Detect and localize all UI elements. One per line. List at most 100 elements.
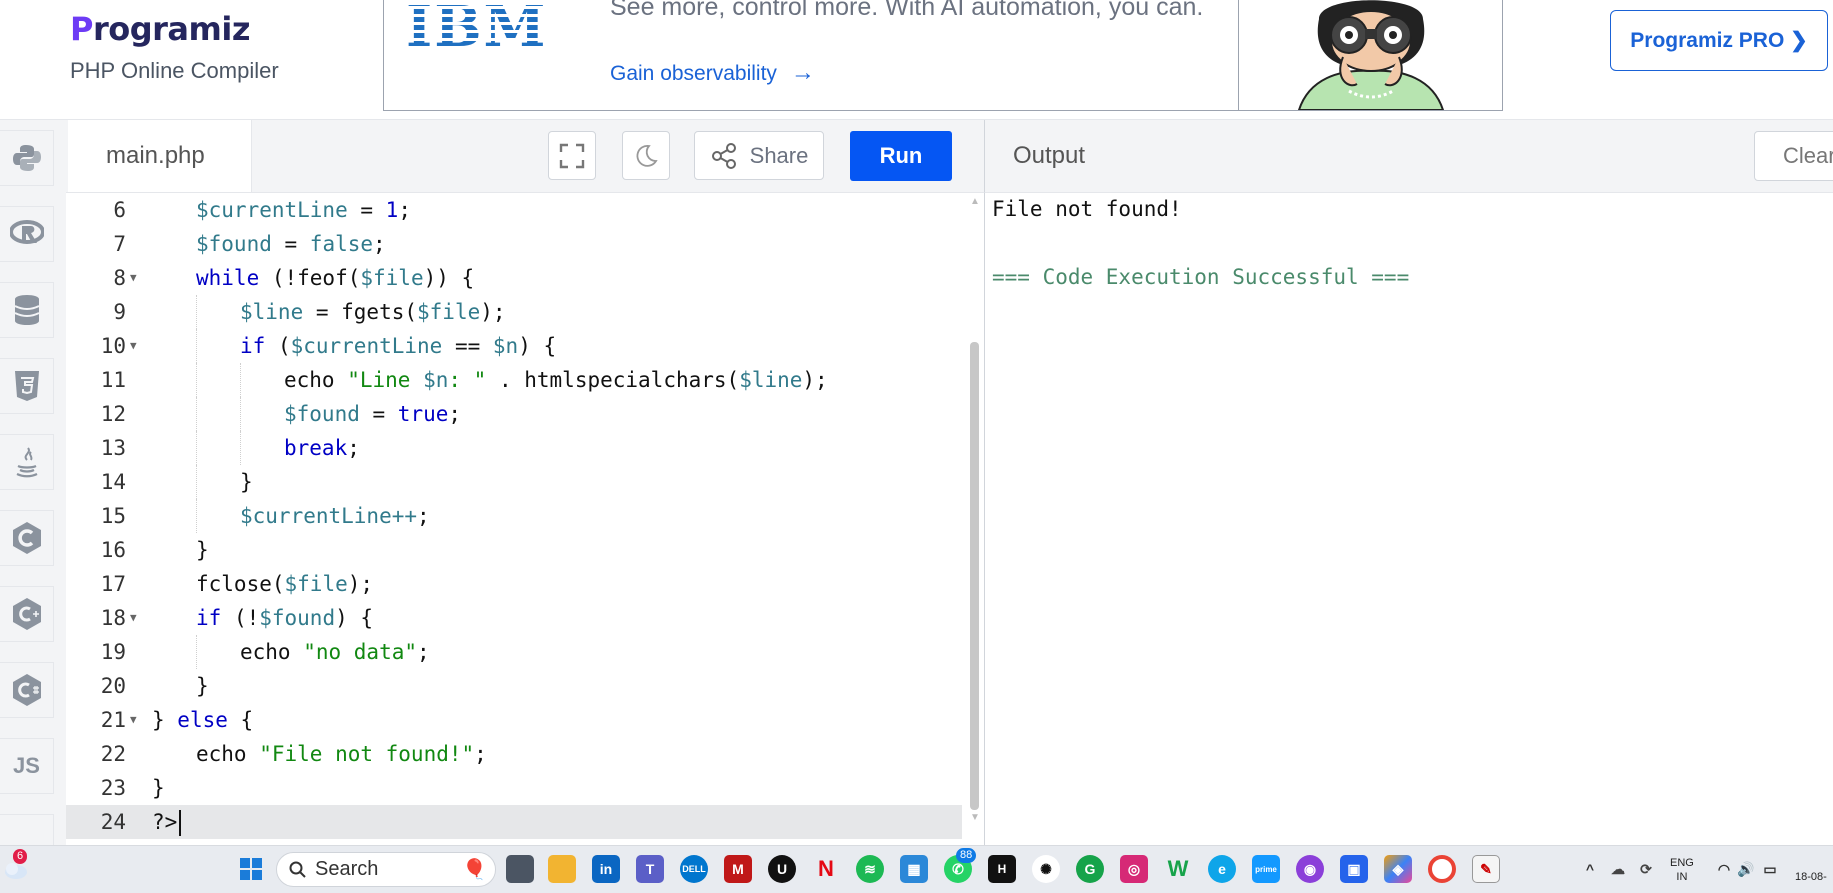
onedrive-icon[interactable]: ☁: [1604, 855, 1632, 883]
windows-start-icon[interactable]: [237, 855, 265, 883]
copilot-icon[interactable]: ◈: [1384, 855, 1412, 883]
code-token: echo: [240, 640, 304, 664]
udemy-icon[interactable]: U: [768, 855, 796, 883]
line-number: 12: [100, 402, 126, 426]
code-token: $file: [417, 300, 481, 324]
javascript-icon[interactable]: JS: [0, 738, 54, 794]
share-button[interactable]: Share: [694, 131, 824, 180]
programiz-logo[interactable]: Programiz PHP Online Compiler: [70, 10, 279, 83]
app-icon[interactable]: ▣: [1340, 855, 1368, 883]
spotify-icon[interactable]: ≋: [856, 855, 884, 883]
java-icon[interactable]: [0, 434, 54, 490]
run-button[interactable]: Run: [850, 131, 952, 181]
code-token: (: [265, 334, 291, 358]
code-line[interactable]: 8 ▼ while (!feof($file)) {: [66, 261, 962, 295]
c-icon[interactable]: [0, 510, 54, 566]
code-line[interactable]: 22 echo "File not found!";: [66, 737, 962, 771]
chatgpt-icon[interactable]: ✺: [1032, 855, 1060, 883]
battery-icon[interactable]: ▭: [1756, 855, 1784, 883]
teams-icon[interactable]: T: [636, 855, 664, 883]
html5-icon[interactable]: [0, 358, 54, 414]
code-line[interactable]: 19 echo "no data";: [66, 635, 962, 669]
date-text[interactable]: 18-08-: [1795, 870, 1827, 884]
fold-toggle-icon[interactable]: ▼: [130, 329, 137, 363]
python-icon[interactable]: [0, 130, 54, 186]
hotstar-icon[interactable]: H: [988, 855, 1016, 883]
top-header: Programiz PHP Online Compiler IBM See mo…: [0, 0, 1833, 120]
editor-scrollbar-thumb[interactable]: [970, 342, 979, 810]
scroll-up-icon[interactable]: ▲: [970, 196, 980, 207]
ad-banner[interactable]: IBM See more, control more. With AI auto…: [383, 0, 1503, 111]
code-line[interactable]: 10 ▼ if ($currentLine == $n) {: [66, 329, 962, 363]
code-text: while (!feof($file)) {: [196, 261, 474, 295]
language-indicator[interactable]: ENG IN: [1670, 856, 1694, 884]
code-editor[interactable]: 6 $currentLine = 1; 7 $found = false; 8 ▼ whil…: [66, 193, 984, 845]
fullscreen-icon: [559, 143, 585, 168]
code-token: }: [152, 776, 165, 800]
file-tab-main[interactable]: main.php: [68, 120, 252, 192]
code-text: }: [152, 771, 165, 805]
code-line[interactable]: 9 $line = fgets($file);: [66, 295, 962, 329]
linkedin-icon[interactable]: in: [592, 855, 620, 883]
theme-toggle-button[interactable]: [622, 131, 670, 180]
fold-toggle-icon[interactable]: ▼: [130, 601, 137, 635]
code-line[interactable]: 18 ▼ if (!$found) {: [66, 601, 962, 635]
code-token: );: [802, 368, 828, 392]
code-line[interactable]: 24 ?>: [66, 805, 962, 839]
code-token: 1: [385, 198, 399, 222]
code-text: }: [240, 465, 253, 499]
code-line[interactable]: 17 fclose($file);: [66, 567, 962, 601]
instagram-icon[interactable]: ◎: [1120, 855, 1148, 883]
fold-toggle-icon[interactable]: ▼: [130, 261, 137, 295]
code-line[interactable]: 16}: [66, 533, 962, 567]
mcafee-icon[interactable]: M: [724, 855, 752, 883]
code-line[interactable]: 12 $found = true;: [66, 397, 962, 431]
chevron-up-icon[interactable]: ^: [1576, 855, 1604, 883]
scroll-down-icon[interactable]: ▼: [970, 812, 980, 823]
netflix-icon[interactable]: N: [812, 855, 840, 883]
code-line[interactable]: 23}: [66, 771, 962, 805]
webull-icon[interactable]: W: [1164, 855, 1192, 883]
fullscreen-button[interactable]: [548, 131, 596, 180]
code-token: $line: [739, 368, 803, 392]
code-text: echo "no data";: [240, 635, 430, 669]
indent-guide: [240, 431, 242, 465]
programiz-pro-button[interactable]: Programiz PRO ❯: [1610, 10, 1828, 71]
code-text: fclose($file);: [196, 567, 373, 601]
r-icon[interactable]: [0, 206, 54, 262]
code-text: }: [196, 533, 209, 567]
task-view-icon[interactable]: [506, 855, 534, 883]
code-line[interactable]: 21 ▼} else {: [66, 703, 962, 737]
prime-video-icon[interactable]: prime: [1252, 855, 1280, 883]
chrome-icon[interactable]: [1428, 855, 1456, 883]
code-line[interactable]: 7 $found = false;: [66, 227, 962, 261]
code-line[interactable]: 20}: [66, 669, 962, 703]
code-token: "Line: [347, 368, 424, 392]
media-icon[interactable]: ◉: [1296, 855, 1324, 883]
code-line[interactable]: 14}: [66, 465, 962, 499]
snipping-tool-icon[interactable]: ✎: [1472, 855, 1500, 883]
code-text: ?>: [152, 805, 182, 839]
code-line[interactable]: 13 break;: [66, 431, 962, 465]
file-explorer-icon[interactable]: [548, 855, 576, 883]
code-line[interactable]: 11 echo "Line $n: " . htmlspecialchars($l…: [66, 363, 962, 397]
sql-icon[interactable]: [0, 282, 54, 338]
output-line: === Code Execution Successful ===: [992, 265, 1410, 289]
clear-button[interactable]: Clear: [1754, 131, 1833, 181]
code-line[interactable]: 6 $currentLine = 1;: [66, 193, 962, 227]
indent-guide: [240, 363, 242, 397]
csharp-icon[interactable]: [0, 662, 54, 718]
windows-taskbar: 6 Search 🎈 in T DELL M U N ≋ ▦ ✆ 88 H ✺ …: [0, 845, 1833, 893]
edge-icon[interactable]: e: [1208, 855, 1236, 883]
code-token: false: [309, 232, 374, 256]
store-icon[interactable]: ▦: [900, 855, 928, 883]
cpp-icon[interactable]: [0, 586, 54, 642]
sync-icon[interactable]: ⟳: [1632, 855, 1660, 883]
grammarly-icon[interactable]: G: [1076, 855, 1104, 883]
code-token: $currentLine: [290, 334, 443, 358]
taskbar-search[interactable]: Search 🎈: [276, 852, 496, 887]
dell-icon[interactable]: DELL: [680, 855, 708, 883]
fold-toggle-icon[interactable]: ▼: [130, 703, 137, 737]
ad-link[interactable]: Gain observability →: [610, 59, 815, 87]
code-line[interactable]: 15 $currentLine++;: [66, 499, 962, 533]
